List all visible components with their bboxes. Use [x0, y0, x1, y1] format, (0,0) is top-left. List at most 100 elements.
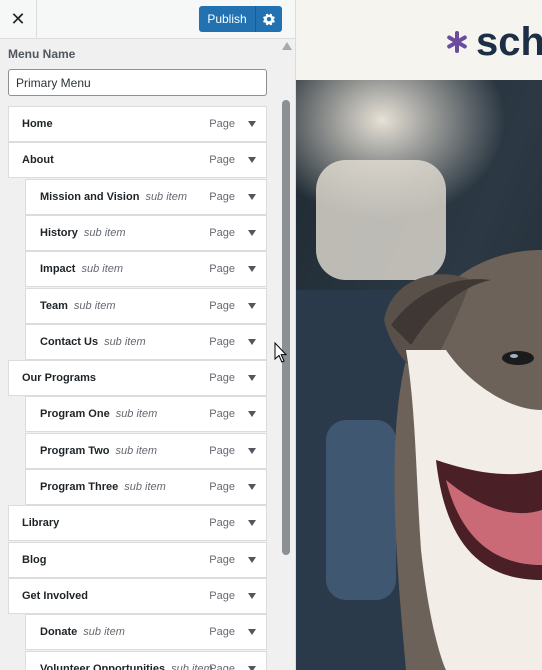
menu-item-label: Program Three	[40, 481, 119, 493]
menu-item[interactable]: Our Programs Page	[8, 360, 267, 396]
menu-item[interactable]: Library Page	[8, 505, 267, 541]
menu-name-label: Menu Name	[8, 47, 76, 61]
menu-item-title: Blog	[22, 543, 46, 578]
menu-item[interactable]: Team sub item Page	[25, 288, 267, 324]
menu-item-label: Program Two	[40, 445, 110, 457]
menu-item-type: Page	[209, 590, 235, 602]
expand-arrow-icon[interactable]	[248, 448, 256, 454]
mouse-cursor-icon	[274, 341, 288, 363]
menu-item-sub-label: sub item	[115, 408, 158, 420]
menu-item-label: Impact	[40, 263, 76, 275]
menu-item-title: Program Two sub item	[40, 434, 157, 469]
menu-item-type: Page	[209, 300, 235, 312]
menu-item-label: Team	[40, 300, 68, 312]
menu-item[interactable]: About Page	[8, 142, 267, 178]
customizer-header: ✕ Publish	[0, 0, 295, 39]
expand-arrow-icon[interactable]	[248, 339, 256, 345]
menu-item-type: Page	[209, 626, 235, 638]
menu-item-label: Home	[22, 118, 53, 130]
menu-item-title: Volunteer Opportunities sub item	[40, 652, 213, 670]
menu-item-type: Page	[209, 408, 235, 420]
menu-item[interactable]: Donate sub item Page	[25, 614, 267, 650]
scroll-thumb[interactable]	[282, 100, 290, 555]
menu-item-type: Page	[209, 663, 235, 670]
menu-item-type: Page	[209, 263, 235, 275]
menu-item-type: Page	[209, 445, 235, 457]
menu-item-title: Team sub item	[40, 289, 116, 324]
menu-item-title: Program One sub item	[40, 397, 157, 432]
menu-item-label: Program One	[40, 408, 110, 420]
scroll-up-arrow-icon[interactable]	[282, 42, 292, 50]
menu-item-label: About	[22, 154, 54, 166]
menu-item-sub-label: sub item	[83, 227, 126, 239]
expand-arrow-icon[interactable]	[248, 194, 256, 200]
menu-item-sub-label: sub item	[73, 300, 116, 312]
site-logo-text[interactable]: sch	[476, 20, 542, 65]
menu-item[interactable]: Blog Page	[8, 542, 267, 578]
gear-icon[interactable]	[255, 6, 282, 32]
menu-item-label: Get Involved	[22, 590, 89, 602]
menu-item[interactable]: History sub item Page	[25, 215, 267, 251]
expand-arrow-icon[interactable]	[248, 520, 256, 526]
menu-item-label: Blog	[22, 554, 47, 566]
menu-item-title: History sub item	[40, 216, 125, 251]
menu-item-title: Get Involved	[22, 579, 88, 614]
menu-item[interactable]: Contact Us sub item Page	[25, 324, 267, 360]
menu-item-type: Page	[209, 154, 235, 166]
customizer-panel: ✕ Publish Menu Name HomePageAboutPageMis…	[0, 0, 296, 670]
menu-item-type: Page	[209, 517, 235, 529]
close-icon[interactable]: ✕	[0, 0, 37, 38]
gear-icon-svg	[262, 13, 275, 25]
menu-item-title: Contact Us sub item	[40, 325, 146, 360]
menu-item[interactable]: Home Page	[8, 106, 267, 142]
menu-item-sub-label: sub item	[115, 445, 158, 457]
menu-item[interactable]: Program One sub item Page	[25, 396, 267, 432]
expand-arrow-icon[interactable]	[248, 593, 256, 599]
menu-item-label: Our Programs	[22, 372, 96, 384]
menu-name-input[interactable]	[8, 69, 267, 96]
menu-item[interactable]: Program Two sub item Page	[25, 433, 267, 469]
menu-item[interactable]: Impact sub item Page	[25, 251, 267, 287]
expand-arrow-icon[interactable]	[248, 230, 256, 236]
expand-arrow-icon[interactable]	[248, 629, 256, 635]
menu-item-type: Page	[209, 191, 235, 203]
publish-button[interactable]: Publish	[199, 6, 255, 32]
site-preview: sch	[296, 0, 542, 670]
menu-item-sub-label: sub item	[83, 626, 125, 638]
expand-arrow-icon[interactable]	[248, 484, 256, 490]
menu-item[interactable]: Volunteer Opportunities sub item Page	[25, 651, 267, 670]
menu-item-label: Donate	[40, 626, 78, 638]
menu-item[interactable]: Get Involved Page	[8, 578, 267, 614]
menu-item-title: Program Three sub item	[40, 470, 166, 505]
menu-item-sub-label: sub item	[124, 481, 166, 493]
expand-arrow-icon[interactable]	[248, 411, 256, 417]
menu-item-title: Mission and Vision sub item	[40, 180, 187, 215]
expand-arrow-icon[interactable]	[248, 666, 256, 670]
menu-item-sub-label: sub item	[81, 263, 124, 275]
menu-item-title: Impact sub item	[40, 252, 123, 287]
menu-item-type: Page	[209, 372, 235, 384]
expand-arrow-icon[interactable]	[248, 266, 256, 272]
menu-item[interactable]: Program Three sub item Page	[25, 469, 267, 505]
menu-item-label: Library	[22, 517, 60, 529]
menu-item-label: Mission and Vision	[40, 191, 140, 203]
site-header: sch	[296, 0, 542, 80]
menu-item-title: Library	[22, 506, 59, 541]
expand-arrow-icon[interactable]	[248, 303, 256, 309]
menu-item-sub-label: sub item	[145, 191, 188, 203]
menu-item[interactable]: Mission and Vision sub item Page	[25, 179, 267, 215]
menu-item-title: About	[22, 143, 54, 178]
expand-arrow-icon[interactable]	[248, 157, 256, 163]
menu-item-label: History	[40, 227, 78, 239]
menu-item-label: Contact Us	[40, 336, 99, 348]
expand-arrow-icon[interactable]	[248, 375, 256, 381]
menu-item-type: Page	[209, 227, 235, 239]
menu-item-sub-label: sub item	[104, 336, 146, 348]
menu-item-label: Volunteer Opportunities	[40, 663, 166, 670]
expand-arrow-icon[interactable]	[248, 557, 256, 563]
menu-item-title: Home	[22, 107, 53, 142]
menu-item-title: Our Programs	[22, 361, 96, 396]
expand-arrow-icon[interactable]	[248, 121, 256, 127]
menu-item-type: Page	[209, 118, 235, 130]
menu-item-title: Donate sub item	[40, 615, 125, 650]
